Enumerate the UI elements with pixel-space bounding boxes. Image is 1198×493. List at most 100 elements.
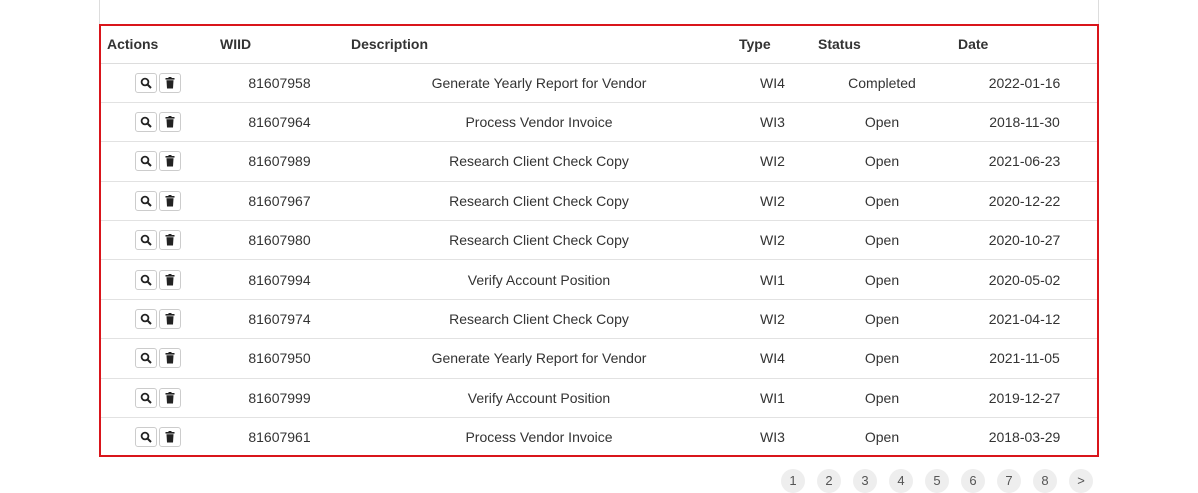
column-header-status[interactable]: Status <box>812 26 952 64</box>
wiid-cell: 81607994 <box>214 259 345 300</box>
table-row: 81607967 Research Client Check Copy WI2 Ope… <box>101 180 1097 221</box>
row-actions <box>101 338 214 379</box>
view-button[interactable] <box>134 309 157 330</box>
wiid-cell: 81607964 <box>214 101 345 142</box>
delete-button[interactable] <box>158 387 181 408</box>
page-button-1[interactable]: 1 <box>781 469 805 493</box>
row-actions <box>101 259 214 300</box>
delete-button[interactable] <box>158 190 181 211</box>
row-actions <box>101 63 214 102</box>
column-header-actions: Actions <box>101 26 214 64</box>
table-row: 81607964 Process Vendor Invoice WI3 Open 201… <box>101 101 1097 142</box>
description-cell: Verify Account Position <box>345 377 733 418</box>
column-header-wiid[interactable]: WIID <box>214 26 345 64</box>
type-cell: WI1 <box>733 259 812 300</box>
view-button[interactable] <box>134 72 157 93</box>
delete-button[interactable] <box>158 72 181 93</box>
status-cell: Open <box>812 141 952 182</box>
page-button-7[interactable]: 7 <box>997 469 1021 493</box>
type-cell: WI2 <box>733 180 812 221</box>
table-row: 81607989 Research Client Check Copy WI2 Ope… <box>101 141 1097 182</box>
row-actions <box>101 141 214 182</box>
column-header-type[interactable]: Type <box>733 26 812 64</box>
table-header-row: Actions WIID Description Type Status Dat… <box>101 26 1097 64</box>
status-cell: Open <box>812 298 952 339</box>
description-cell: Verify Account Position <box>345 259 733 300</box>
type-cell: WI4 <box>733 338 812 379</box>
view-button[interactable] <box>134 230 157 251</box>
status-cell: Completed <box>848 74 916 91</box>
page-button-2[interactable]: 2 <box>817 469 841 493</box>
top-panel <box>99 0 1099 24</box>
status-cell: Open <box>812 101 952 142</box>
date-cell: 2021-06-23 <box>952 141 1097 182</box>
type-cell: WI3 <box>733 101 812 142</box>
description-cell: Generate Yearly Report for Vendor <box>345 338 733 379</box>
description-cell: Research Client Check Copy <box>345 141 733 182</box>
column-header-date[interactable]: Date <box>952 26 1097 64</box>
view-button[interactable] <box>134 348 157 369</box>
status-cell: Open <box>812 377 952 418</box>
wiid-cell: 81607989 <box>214 141 345 182</box>
date-cell: 2021-04-12 <box>952 298 1097 339</box>
column-header-description[interactable]: Description <box>345 26 733 64</box>
page-button-8[interactable]: 8 <box>1033 469 1057 493</box>
wiid-cell: 81607967 <box>214 180 345 221</box>
view-button[interactable] <box>134 387 157 408</box>
view-button[interactable] <box>134 151 157 172</box>
table-row: 81607974 Research Client Check Copy WI2 Ope… <box>101 298 1097 339</box>
description-cell: Process Vendor Invoice <box>345 417 733 457</box>
date-cell: 2020-12-22 <box>952 180 1097 221</box>
table-row: 81607999 Verify Account Position WI1 Open 20… <box>101 377 1097 418</box>
work-items-table: Actions WIID Description Type Status Dat… <box>101 26 1097 457</box>
delete-button[interactable] <box>158 112 181 133</box>
description-cell: Research Client Check Copy <box>345 180 733 221</box>
description-cell: Research Client Check Copy <box>345 298 733 339</box>
view-button[interactable] <box>134 427 157 448</box>
page-button-5[interactable]: 5 <box>925 469 949 493</box>
wiid-cell: 81607974 <box>214 298 345 339</box>
status-cell: Open <box>812 259 952 300</box>
status-cell: Open <box>812 180 952 221</box>
date-cell: 2019-12-27 <box>952 377 1097 418</box>
type-cell: WI2 <box>733 220 812 260</box>
row-actions <box>101 101 214 142</box>
description-cell: Process Vendor Invoice <box>345 101 733 142</box>
row-actions <box>101 377 214 418</box>
view-button[interactable] <box>134 269 157 290</box>
next-page-button[interactable]: > <box>1069 469 1093 493</box>
view-button[interactable] <box>134 190 157 211</box>
type-cell: WI2 <box>733 141 812 182</box>
type-cell: WI2 <box>733 298 812 339</box>
type-cell: WI3 <box>733 417 812 457</box>
page-button-6[interactable]: 6 <box>961 469 985 493</box>
delete-button[interactable] <box>158 348 181 369</box>
description-cell: Research Client Check Copy <box>345 220 733 260</box>
work-items-table-container: Actions WIID Description Type Status Dat… <box>99 24 1099 457</box>
date-cell: 2018-03-29 <box>952 417 1097 457</box>
date-cell: 2021-11-05 <box>952 338 1097 379</box>
date-cell: 2022-01-16 <box>988 74 1061 91</box>
date-cell: 2018-11-30 <box>952 101 1097 142</box>
delete-button[interactable] <box>158 151 181 172</box>
wiid-cell: 81607961 <box>214 417 345 457</box>
wiid-cell: 81607980 <box>214 220 345 260</box>
page-button-4[interactable]: 4 <box>889 469 913 493</box>
delete-button[interactable] <box>158 427 181 448</box>
row-actions <box>101 298 214 339</box>
table-row: 81607950 Generate Yearly Report for Vendo… <box>101 338 1097 379</box>
page-button-3[interactable]: 3 <box>853 469 877 493</box>
status-cell: Open <box>812 220 952 260</box>
wiid-cell: 81607999 <box>214 377 345 418</box>
wiid-cell: 81607958 <box>248 74 311 91</box>
description-cell: Generate Yearly Report for Vendor <box>431 74 647 91</box>
view-button[interactable] <box>134 112 157 133</box>
pagination: 1 2 3 4 5 6 7 8 > <box>781 469 1093 493</box>
table-row: 81607961 Process Vendor Invoice WI3 Open 201… <box>101 417 1097 457</box>
delete-button[interactable] <box>158 269 181 290</box>
delete-button[interactable] <box>158 230 181 251</box>
type-cell: WI4 <box>760 74 785 91</box>
status-cell: Open <box>812 417 952 457</box>
row-actions <box>101 417 214 457</box>
delete-button[interactable] <box>158 309 181 330</box>
